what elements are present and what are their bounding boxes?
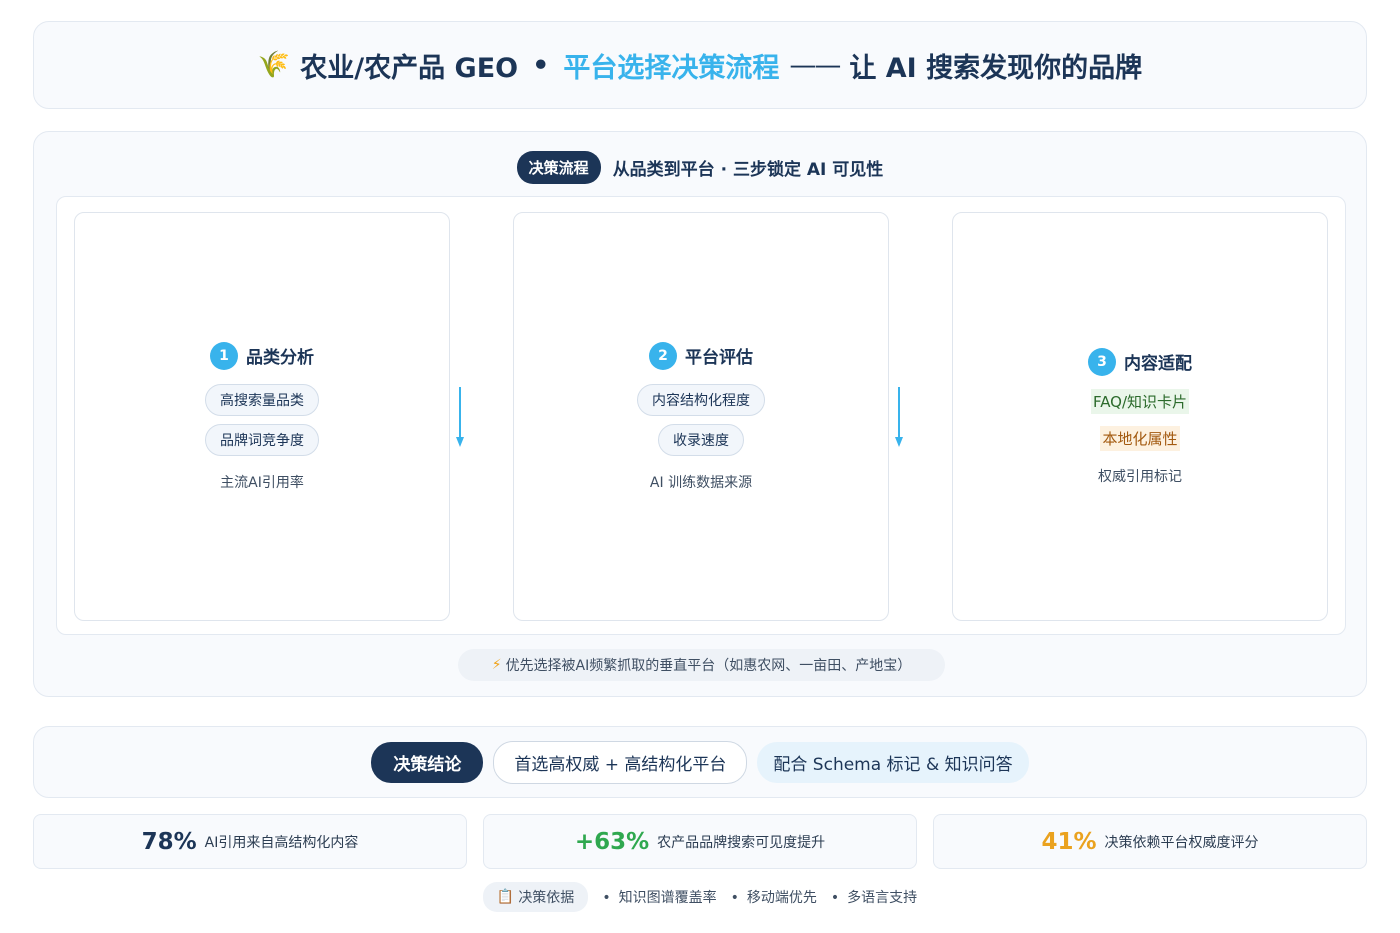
step-title: 1 品类分析 [210, 341, 314, 370]
stat-value: 41% [1041, 828, 1097, 855]
conclusion-badge: 决策结论 [371, 741, 484, 783]
decision-flow-panel: 决策流程 从品类到平台 · 三步锁定 AI 可见性 1 品类分析 高搜索量品类 … [33, 131, 1367, 697]
stat-value: +63% [574, 828, 650, 855]
step-tag: 内容结构化程度 [637, 383, 765, 416]
flow-steps-container: 1 品类分析 高搜索量品类 品牌词竞争度 主流AI引用率 2 平台评估 内容结构… [56, 196, 1346, 635]
step-tag: 高搜索量品类 [205, 383, 319, 416]
step-content-adaptation: 3 内容适配 FAQ/知识卡片 本地化属性 权威引用标记 [952, 212, 1328, 621]
step-number: 3 [1088, 347, 1116, 376]
down-arrow-icon [456, 387, 464, 447]
footer-basis: 📋 决策依据 知识图谱覆盖率 移动端优先 多语言支持 [0, 882, 1400, 912]
title-banner: 🌾 农业/农产品 GEO • 平台选择决策流程 —— 让 AI 搜索发现你的品牌 [33, 21, 1367, 109]
step-tag-localization: 本地化属性 [1100, 425, 1180, 451]
conclusion-bar: 决策结论 首选高权威 + 高结构化平台 配合 Schema 标记 & 知识问答 [33, 726, 1367, 798]
flow-header: 决策流程 从品类到平台 · 三步锁定 AI 可见性 [34, 151, 1366, 184]
step-platform-evaluation: 2 平台评估 内容结构化程度 收录速度 AI 训练数据来源 [513, 212, 889, 621]
stat-card: 41% 决策依赖平台权威度评分 [933, 814, 1367, 869]
step-tag: 品牌词竞争度 [205, 423, 319, 456]
stat-value: 78% [141, 828, 197, 855]
step-note: AI 训练数据来源 [649, 474, 753, 491]
stat-card: +63% 农产品品牌搜索可见度提升 [483, 814, 917, 869]
lightning-icon: ⚡ [491, 657, 502, 673]
flow-subtitle: 从品类到平台 · 三步锁定 AI 可见性 [612, 160, 884, 180]
step-title: 2 平台评估 [649, 341, 753, 370]
stat-label: AI引用来自高结构化内容 [204, 834, 359, 851]
stat-label: 农产品品牌搜索可见度提升 [657, 834, 826, 851]
page-title: 🌾 农业/农产品 GEO • 平台选择决策流程 —— 让 AI 搜索发现你的品牌 [258, 46, 1142, 85]
step-tag: 收录速度 [658, 423, 744, 456]
footer-item: 知识图谱覆盖率 [602, 887, 717, 907]
clipboard-icon: 📋 [496, 889, 515, 905]
title-part2: 平台选择决策流程 [563, 52, 780, 84]
step-number: 1 [210, 341, 238, 370]
conclusion-primary: 首选高权威 + 高结构化平台 [493, 740, 748, 784]
stat-card: 78% AI引用来自高结构化内容 [33, 814, 467, 869]
wheat-icon: 🌾 [257, 50, 291, 80]
title-part3: 让 AI 搜索发现你的品牌 [849, 52, 1143, 84]
step-note: 主流AI引用率 [220, 474, 304, 491]
step-note: 权威引用标记 [1098, 468, 1182, 485]
title-part1: 农业/农产品 GEO [300, 52, 519, 84]
title-dash: —— [789, 49, 841, 81]
footer-badge: 📋 决策依据 [482, 882, 589, 912]
step-title: 3 内容适配 [1088, 347, 1192, 376]
down-arrow-icon [895, 387, 903, 447]
conclusion-secondary: 配合 Schema 标记 & 知识问答 [757, 741, 1029, 783]
footer-item: 多语言支持 [831, 887, 917, 907]
title-separator: • [532, 49, 550, 81]
footer-item: 移动端优先 [731, 887, 817, 907]
step-title-text: 内容适配 [1124, 354, 1192, 374]
footer-badge-text: 决策依据 [518, 890, 575, 906]
step-category-analysis: 1 品类分析 高搜索量品类 品牌词竞争度 主流AI引用率 [74, 212, 450, 621]
flow-badge: 决策流程 [516, 151, 601, 184]
flow-tip-text: 优先选择被AI频繁抓取的垂直平台（如惠农网、一亩田、产地宝） [505, 658, 912, 674]
flow-tip: ⚡ 优先选择被AI频繁抓取的垂直平台（如惠农网、一亩田、产地宝） [458, 649, 945, 681]
step-title-text: 平台评估 [685, 348, 753, 368]
step-tag-faq: FAQ/知识卡片 [1090, 388, 1190, 414]
step-title-text: 品类分析 [246, 348, 314, 368]
stat-label: 决策依赖平台权威度评分 [1104, 834, 1259, 851]
step-number: 2 [649, 341, 677, 370]
